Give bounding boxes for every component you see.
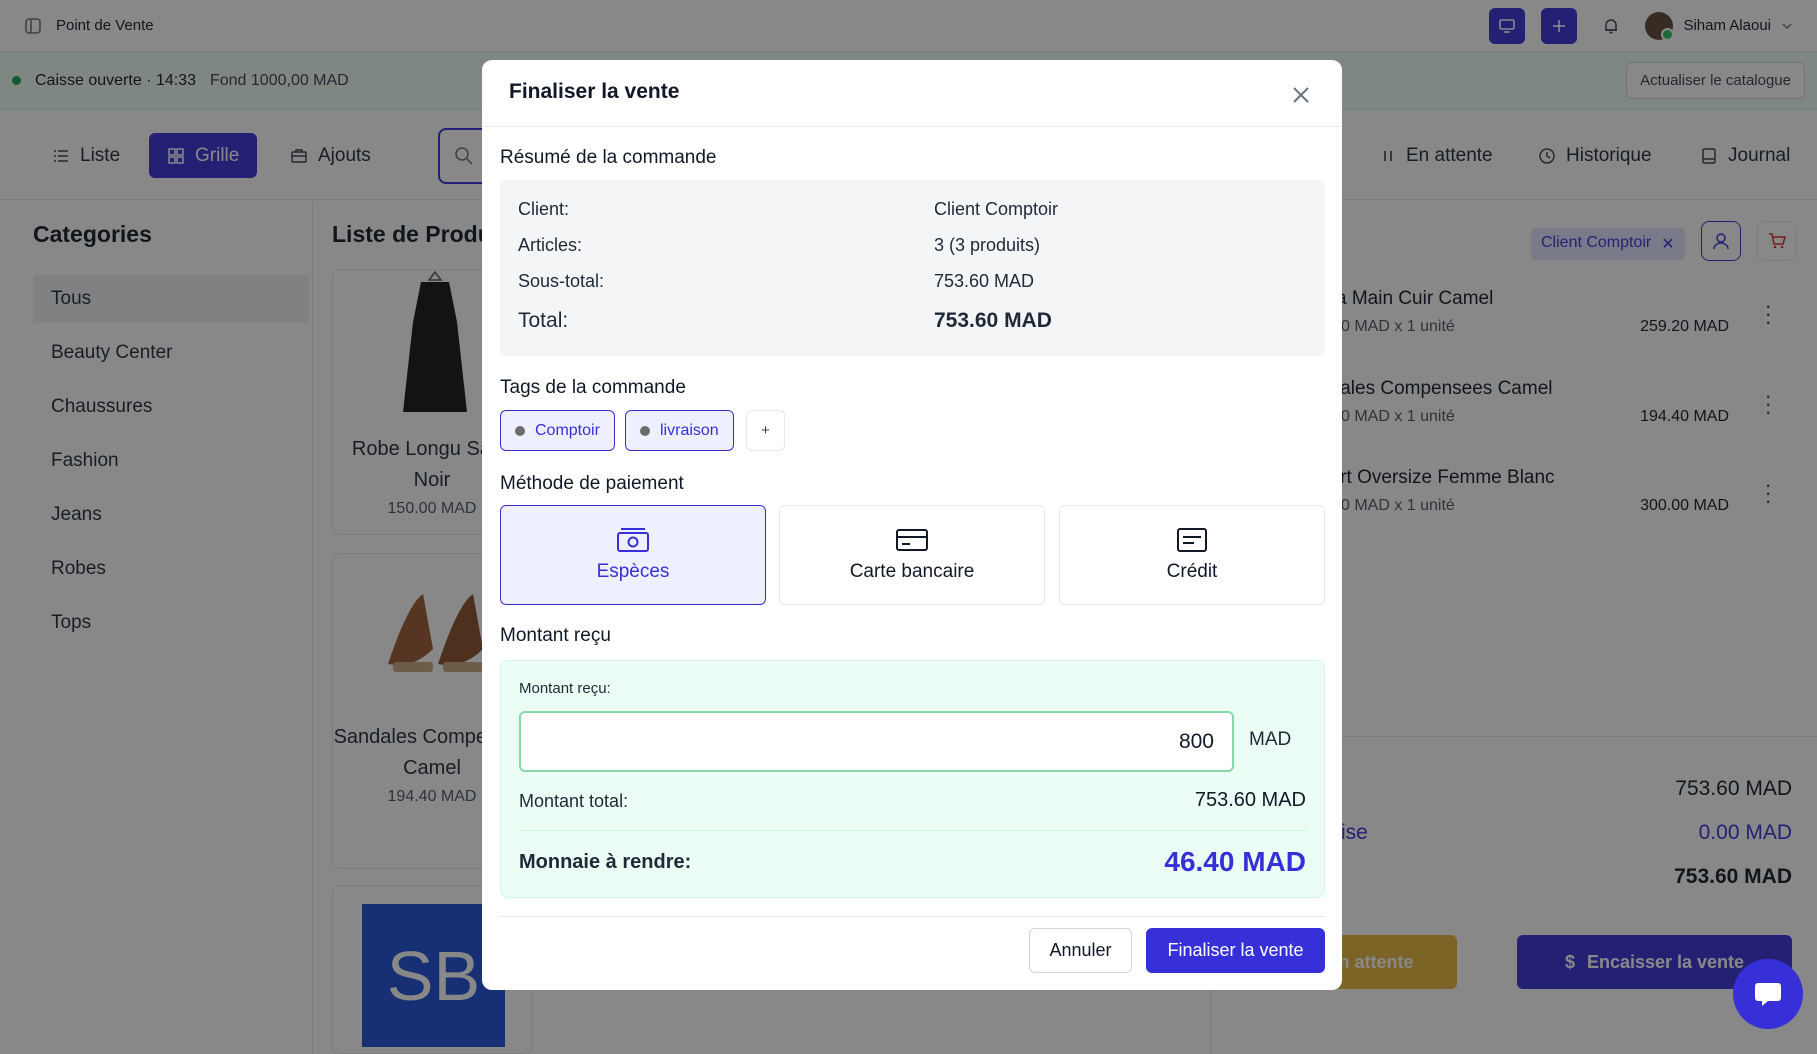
amount-received-label: Montant reçu: [519, 680, 611, 697]
cancel-button[interactable]: Annuler [1029, 928, 1132, 973]
payment-option-label: Carte bancaire [849, 561, 975, 582]
summary-row-client: Client: Client Comptoir [518, 199, 1308, 220]
payment-option-cash[interactable]: Espèces [500, 505, 766, 605]
amount-received-title: Montant reçu [500, 625, 611, 646]
summary-value: 753.60 MAD [934, 271, 1035, 291]
change-due-value: 46.40 MAD [1164, 846, 1306, 877]
order-tags-title: Tags de la commande [500, 377, 686, 398]
cash-icon [617, 528, 649, 552]
payment-method-title: Méthode de paiement [500, 473, 684, 494]
payment-option-label: Espèces [596, 561, 670, 582]
tag-dot [640, 425, 650, 436]
close-icon[interactable] [1289, 83, 1313, 107]
tag-dot [515, 425, 525, 436]
summary-label: Sous-total: [518, 271, 605, 291]
chat-button[interactable] [1733, 959, 1803, 1029]
tag-chip-comptoir[interactable]: Comptoir [500, 410, 615, 451]
summary-row-items: Articles: 3 (3 produits) [518, 235, 1308, 256]
order-summary-title: Résumé de la commande [500, 147, 717, 168]
payment-option-card[interactable]: Carte bancaire [779, 505, 1045, 605]
summary-value: 3 (3 produits) [934, 235, 1041, 255]
amount-received-input[interactable]: 800 [519, 711, 1234, 772]
divider [519, 830, 1308, 831]
chat-bubble-icon [1755, 983, 1781, 1006]
tag-chip-livraison[interactable]: livraison [625, 410, 734, 451]
currency-label: MAD [1249, 729, 1292, 750]
modal-title: Finaliser la vente [509, 80, 680, 103]
summary-label: Client: [518, 199, 570, 219]
payment-option-label: Crédit [1166, 561, 1218, 582]
summary-row-total: Total: 753.60 MAD [518, 309, 1308, 333]
order-summary: Client: Client Comptoir Articles: 3 (3 p… [500, 180, 1325, 356]
summary-row-subtotal: Sous-total: 753.60 MAD [518, 271, 1308, 292]
tag-label: Comptoir [535, 421, 600, 439]
modal-header: Finaliser la vente [482, 60, 1342, 127]
summary-value: Client Comptoir [934, 199, 1059, 219]
add-tag-button[interactable]: + [746, 410, 785, 451]
tag-label: livraison [660, 421, 719, 439]
payment-option-credit[interactable]: Crédit [1059, 505, 1325, 605]
amount-total-value: 753.60 MAD [1194, 789, 1306, 811]
credit-card-icon [896, 529, 928, 551]
divider [500, 916, 1325, 917]
finalize-sale-modal: Finaliser la vente Résumé de la commande… [482, 60, 1342, 990]
finalize-sale-button[interactable]: Finaliser la vente [1146, 928, 1325, 973]
summary-value: 753.60 MAD [934, 309, 1052, 332]
change-due-label: Monnaie à rendre: [519, 851, 692, 873]
summary-label: Articles: [518, 235, 583, 255]
amount-total-label: Montant total: [519, 791, 629, 811]
credit-note-icon [1177, 528, 1207, 552]
summary-label: Total: [518, 309, 569, 332]
amount-received-panel: Montant reçu: 800 MAD Montant total: 753… [500, 660, 1325, 898]
